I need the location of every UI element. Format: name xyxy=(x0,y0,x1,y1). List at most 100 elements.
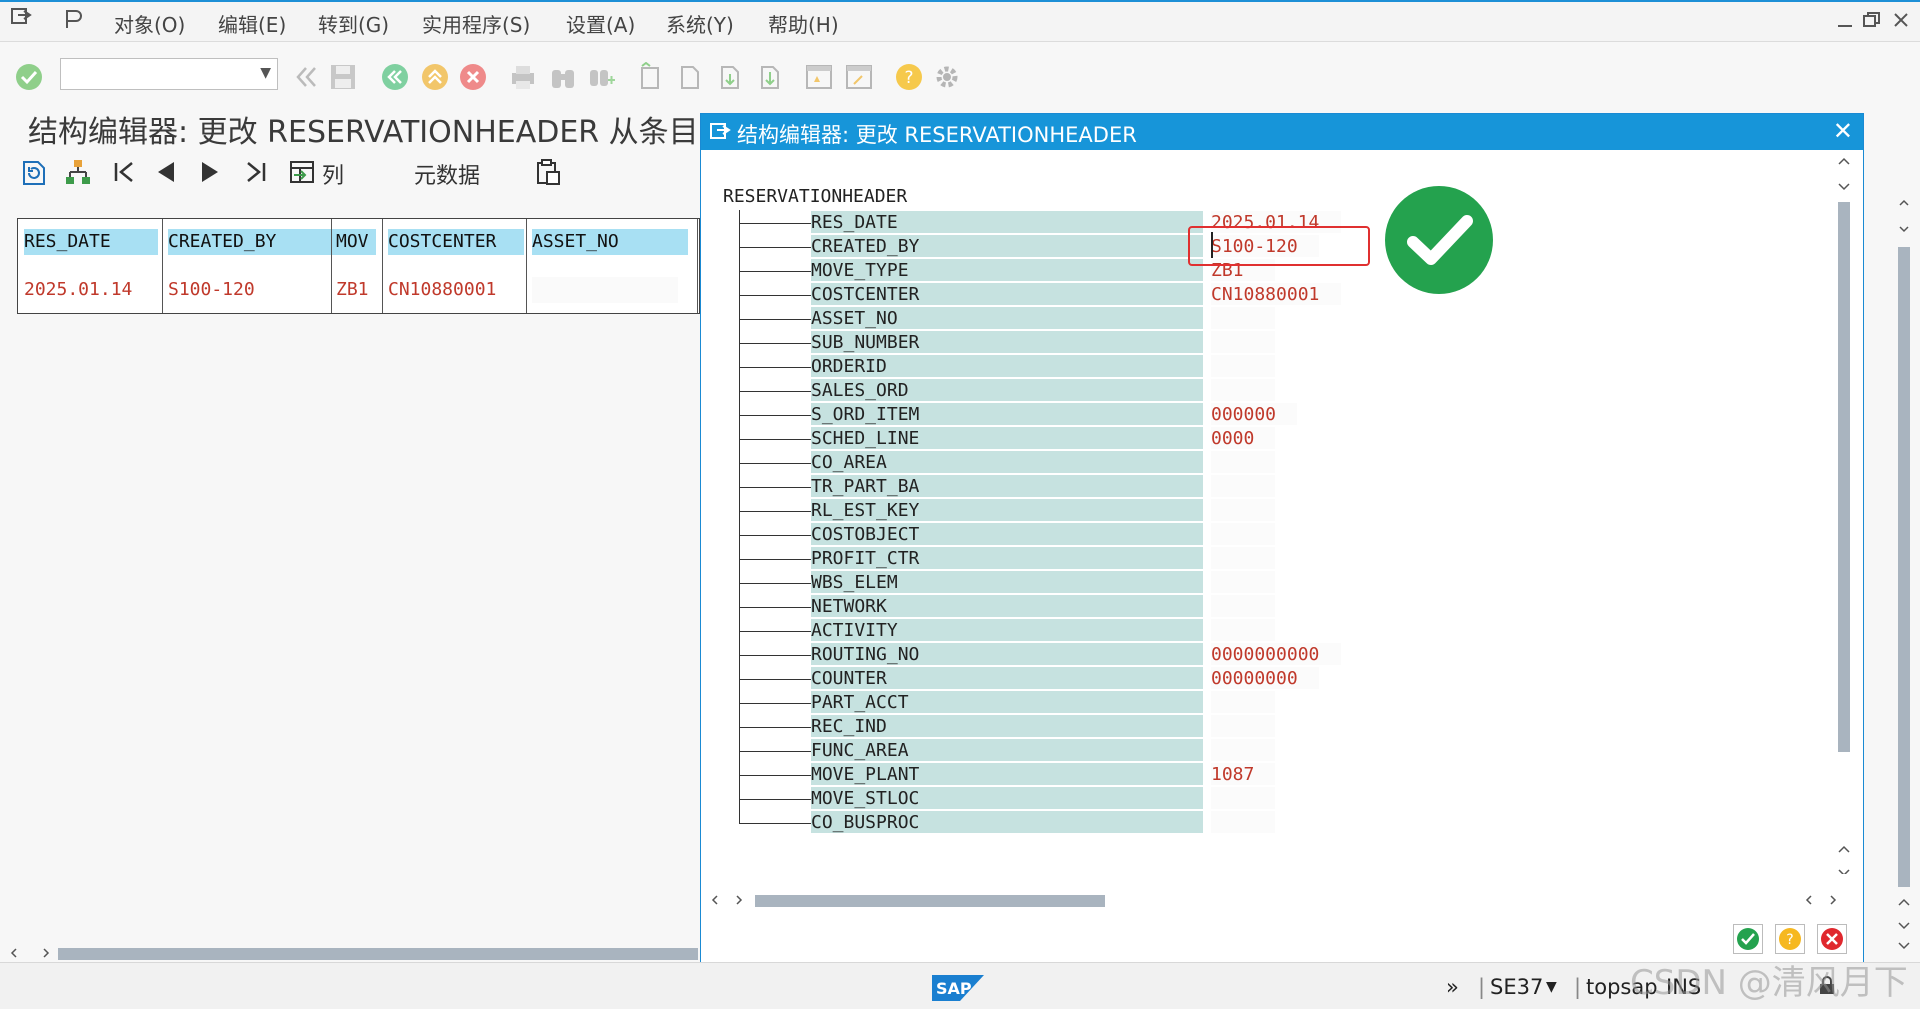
next-record-icon[interactable] xyxy=(198,158,222,192)
field-value-input[interactable] xyxy=(1211,811,1275,833)
menu-help[interactable]: 帮助(H) xyxy=(768,9,839,38)
previous-page-icon[interactable] xyxy=(674,62,702,90)
menu-settings[interactable]: 设置(A) xyxy=(566,9,635,38)
field-value-input[interactable]: 1087 xyxy=(1211,763,1275,785)
save-icon[interactable] xyxy=(328,62,356,90)
field-value-input[interactable]: CN10880001 xyxy=(1211,283,1341,305)
find-next-icon[interactable] xyxy=(586,62,615,90)
column-header[interactable]: COSTCENTER xyxy=(388,229,524,255)
table-cell[interactable]: CN10880001 xyxy=(388,277,524,303)
field-value-input[interactable] xyxy=(1211,475,1275,497)
menu-toggle-icon[interactable] xyxy=(62,8,84,35)
field-value-input[interactable] xyxy=(1211,571,1275,593)
columns-button[interactable]: 列 xyxy=(322,158,344,190)
menu-object[interactable]: 对象(O) xyxy=(114,9,185,38)
create-session-icon[interactable] xyxy=(804,62,832,90)
field-value-input[interactable]: 00000000 xyxy=(1211,667,1319,689)
columns-icon[interactable] xyxy=(288,158,316,192)
field-value-input[interactable] xyxy=(1211,595,1275,617)
main-horizontal-scrollbar[interactable] xyxy=(10,944,700,962)
dialog-cancel-button[interactable] xyxy=(1817,924,1847,954)
field-name: PART_ACCT xyxy=(811,691,1203,713)
status-expand-icon[interactable]: » xyxy=(1446,975,1459,999)
menu-utilities[interactable]: 实用程序(S) xyxy=(422,9,530,38)
field-value-input[interactable] xyxy=(1211,499,1275,521)
metadata-button[interactable]: 元数据 xyxy=(414,158,480,190)
field-value-input[interactable]: 000000 xyxy=(1211,403,1297,425)
field-value-input[interactable] xyxy=(1211,307,1275,329)
find-icon[interactable] xyxy=(548,62,576,90)
shortcut-icon[interactable] xyxy=(844,62,872,90)
help-icon[interactable]: ? xyxy=(894,62,922,90)
column-header[interactable]: RES_DATE xyxy=(24,229,158,255)
command-field[interactable]: ▼ xyxy=(60,58,278,90)
column-divider xyxy=(331,219,332,313)
table-cell[interactable]: S100-120 xyxy=(168,277,308,303)
last-record-icon[interactable] xyxy=(244,158,268,192)
first-record-icon[interactable] xyxy=(112,158,136,192)
exit-icon[interactable] xyxy=(420,62,448,90)
field-value-input[interactable] xyxy=(1211,787,1275,809)
minimize-icon[interactable] xyxy=(1836,10,1854,34)
menu-goto[interactable]: 转到(G) xyxy=(318,9,389,38)
menu-edit[interactable]: 编辑(E) xyxy=(218,9,286,38)
system-menu-icon[interactable] xyxy=(10,6,32,33)
field-value-input[interactable] xyxy=(1211,451,1275,473)
column-header[interactable]: MOV xyxy=(336,229,376,255)
restore-icon[interactable] xyxy=(1862,10,1882,34)
field-value-input[interactable] xyxy=(1211,739,1275,761)
field-value-input[interactable] xyxy=(1211,715,1275,737)
dialog-confirm-button[interactable] xyxy=(1733,924,1763,954)
customize-gear-icon[interactable] xyxy=(932,62,960,90)
column-divider xyxy=(697,219,698,313)
tree-connector xyxy=(739,799,811,800)
back-icon[interactable] xyxy=(380,62,408,90)
dialog-menu-icon[interactable] xyxy=(709,121,731,147)
field-value-input[interactable]: 0000000000 xyxy=(1211,643,1341,665)
field-value-input[interactable] xyxy=(1211,523,1275,545)
dialog-vertical-scrollbar[interactable] xyxy=(1835,154,1853,877)
previous-record-icon[interactable] xyxy=(154,158,178,192)
field-value-input[interactable]: 0000 xyxy=(1211,427,1275,449)
last-page-icon[interactable] xyxy=(754,62,782,90)
chevron-down-icon[interactable]: ▼ xyxy=(260,65,271,81)
print-icon[interactable] xyxy=(508,62,536,90)
dialog-horizontal-scrollbar[interactable] xyxy=(707,890,1847,910)
field-value-input[interactable] xyxy=(1211,355,1275,377)
close-window-icon[interactable] xyxy=(1892,10,1910,34)
field-name: CO_BUSPROC xyxy=(811,811,1203,833)
tree-root: RESERVATIONHEADER xyxy=(723,186,908,207)
chevron-down-icon[interactable]: ▼ xyxy=(1546,979,1557,995)
cancel-icon[interactable] xyxy=(458,62,486,90)
dialog-help-button[interactable]: ? xyxy=(1775,924,1805,954)
table-cell[interactable] xyxy=(532,277,678,303)
table-cell[interactable]: 2025.01.14 xyxy=(24,277,160,303)
field-value-input[interactable] xyxy=(1211,547,1275,569)
tree-connector xyxy=(739,247,811,248)
tree-connector xyxy=(739,391,811,392)
column-header[interactable]: ASSET_NO xyxy=(532,229,688,255)
hierarchy-icon[interactable] xyxy=(64,158,92,192)
field-value-input[interactable] xyxy=(1211,691,1275,713)
clipboard-icon[interactable] xyxy=(534,158,562,192)
menu-system[interactable]: 系统(Y) xyxy=(666,9,734,38)
main-scroll-arrows[interactable] xyxy=(1894,895,1914,955)
page-title: 结构编辑器: 更改 RESERVATIONHEADER 从条目 xyxy=(28,115,699,150)
column-header[interactable]: CREATED_BY xyxy=(168,229,336,255)
tree-connector xyxy=(739,415,811,416)
field-name: SUB_NUMBER xyxy=(811,331,1203,353)
first-page-icon[interactable] xyxy=(634,61,662,90)
back-double-chevron-icon[interactable] xyxy=(290,62,318,90)
refresh-icon[interactable] xyxy=(20,158,48,192)
next-page-icon[interactable] xyxy=(714,62,742,90)
field-value-input[interactable] xyxy=(1211,379,1275,401)
field-value-input[interactable] xyxy=(1211,331,1275,353)
dialog-title-bar: 结构编辑器: 更改 RESERVATIONHEADER ✕ xyxy=(701,114,1863,150)
field-value-input[interactable] xyxy=(1211,619,1275,641)
main-vertical-scrollbar[interactable] xyxy=(1894,195,1914,895)
table-cell[interactable]: ZB1 xyxy=(336,277,376,303)
dialog-close-icon[interactable]: ✕ xyxy=(1833,117,1853,145)
field-name: COSTCENTER xyxy=(811,283,1203,305)
enter-check-icon[interactable] xyxy=(14,62,42,90)
field-name: MOVE_STLOC xyxy=(811,787,1203,809)
